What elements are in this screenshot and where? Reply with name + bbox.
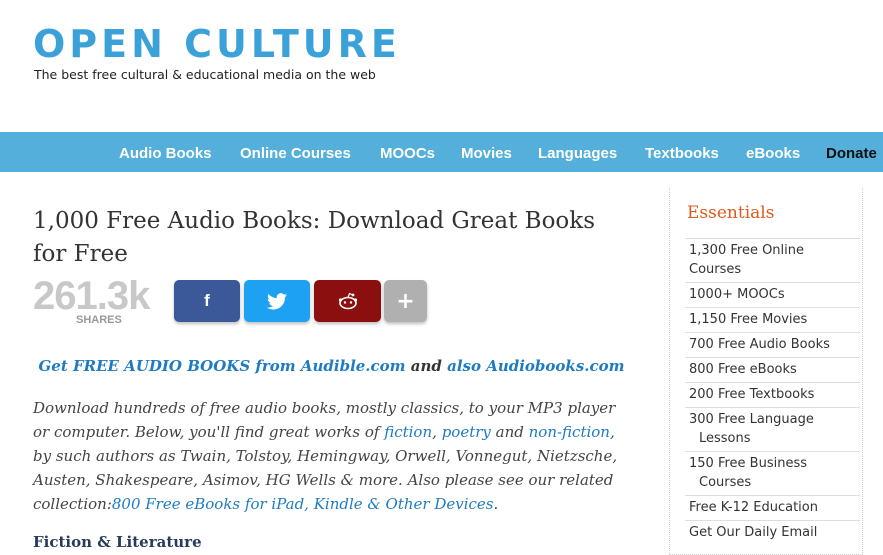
sidebar-item-business-courses[interactable]: 150 Free Business Courses bbox=[685, 451, 860, 495]
section-heading: Fiction & Literature bbox=[33, 533, 202, 551]
sidebar-item-label: 150 Free Business bbox=[689, 456, 807, 471]
main-nav: Audio Books Online Courses MOOCs Movies … bbox=[0, 132, 883, 172]
nav-languages[interactable]: Languages bbox=[538, 132, 617, 172]
audible-promo: Get FREE AUDIO BOOKS from Audible.com an… bbox=[0, 357, 663, 375]
intro-end: . bbox=[493, 495, 499, 513]
share-count: 261.3k bbox=[33, 274, 150, 318]
sidebar-item-label: 800 Free eBooks bbox=[689, 362, 797, 377]
facebook-share-button[interactable]: f bbox=[174, 280, 240, 322]
sidebar-item-label: 1000+ MOOCs bbox=[689, 287, 785, 302]
nav-moocs[interactable]: MOOCs bbox=[380, 132, 435, 172]
nav-ebooks[interactable]: eBooks bbox=[746, 132, 800, 172]
reddit-icon bbox=[338, 292, 357, 310]
sidebar-item-online-courses[interactable]: 1,300 Free Online Courses bbox=[685, 238, 860, 282]
sidebar-item-textbooks[interactable]: 200 Free Textbooks bbox=[685, 382, 860, 407]
twitter-share-button[interactable] bbox=[244, 280, 310, 322]
page-title: 1,000 Free Audio Books: Download Great B… bbox=[33, 208, 596, 267]
sidebar-item-movies[interactable]: 1,150 Free Movies bbox=[685, 307, 860, 332]
site-logo[interactable]: OPEN CULTURE bbox=[33, 24, 401, 64]
intro-and: and bbox=[490, 423, 529, 441]
nav-movies[interactable]: Movies bbox=[461, 132, 512, 172]
sidebar-item-label: 200 Free Textbooks bbox=[689, 387, 815, 402]
plus-icon: + bbox=[396, 288, 415, 314]
sidebar-item-label-continued: Lessons bbox=[699, 431, 751, 446]
audiobooks-link[interactable]: also Audiobooks.com bbox=[447, 357, 624, 375]
sidebar-item-language-lessons[interactable]: 300 Free Language Lessons bbox=[685, 407, 860, 451]
sidebar-item-label: Free K-12 Education bbox=[689, 500, 818, 515]
sidebar-item-daily-email[interactable]: Get Our Daily Email bbox=[685, 520, 860, 545]
site-header: OPEN CULTURE The best free cultural & ed… bbox=[0, 0, 883, 132]
fiction-link[interactable]: fiction bbox=[384, 423, 432, 441]
more-share-button[interactable]: + bbox=[384, 280, 427, 322]
sidebar-item-ebooks[interactable]: 800 Free eBooks bbox=[685, 357, 860, 382]
nonfiction-link[interactable]: non-fiction bbox=[529, 423, 610, 441]
twitter-icon bbox=[267, 292, 287, 309]
nav-audio-books[interactable]: Audio Books bbox=[119, 132, 212, 172]
sidebar-item-audio-books[interactable]: 700 Free Audio Books bbox=[685, 332, 860, 357]
sidebar-item-label-continued: Courses bbox=[699, 475, 752, 490]
nav-textbooks[interactable]: Textbooks bbox=[645, 132, 719, 172]
sidebar-title: Essentials bbox=[687, 203, 775, 223]
nav-donate[interactable]: Donate bbox=[826, 132, 877, 172]
audible-link[interactable]: Get FREE AUDIO BOOKS from Audible.com bbox=[38, 357, 405, 375]
sidebar-item-label: 700 Free Audio Books bbox=[689, 337, 830, 352]
reddit-share-button[interactable] bbox=[314, 280, 381, 322]
ebooks-collection-link[interactable]: 800 Free eBooks for iPad, Kindle & Other… bbox=[112, 495, 494, 513]
facebook-icon: f bbox=[204, 291, 210, 310]
site-tagline: The best free cultural & educational med… bbox=[34, 67, 376, 82]
sidebar-item-label: 1,150 Free Movies bbox=[689, 312, 808, 327]
sidebar-item-moocs[interactable]: 1000+ MOOCs bbox=[685, 282, 860, 307]
intro-paragraph: Download hundreds of free audio books, m… bbox=[33, 396, 633, 516]
intro-comma: , bbox=[432, 423, 442, 441]
share-count-label: SHARES bbox=[76, 314, 122, 326]
nav-online-courses[interactable]: Online Courses bbox=[240, 132, 351, 172]
sidebar-item-k12[interactable]: Free K-12 Education bbox=[685, 495, 860, 520]
sidebar-item-label: 300 Free Language bbox=[689, 412, 814, 427]
sidebar-item-label: Get Our Daily Email bbox=[689, 525, 818, 540]
sidebar-list: 1,300 Free Online Courses 1000+ MOOCs 1,… bbox=[685, 238, 860, 545]
poetry-link[interactable]: poetry bbox=[442, 423, 491, 441]
promo-connector: and bbox=[405, 357, 448, 375]
sidebar-item-label: 1,300 Free Online Courses bbox=[689, 243, 805, 277]
